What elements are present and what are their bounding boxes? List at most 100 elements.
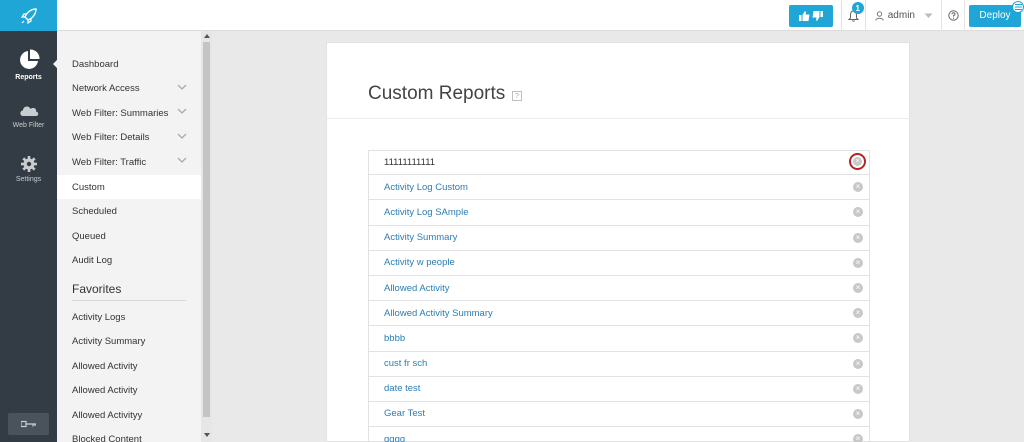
sidebar-item-label: Network Access <box>72 83 140 94</box>
rail-label-reports: Reports <box>15 74 42 81</box>
list-item[interactable]: date test × <box>368 376 870 402</box>
help-button[interactable] <box>941 0 965 31</box>
notification-count-badge: 1 <box>851 2 864 14</box>
sidebar-item-queued[interactable]: Queued <box>57 224 201 248</box>
list-item[interactable]: Activity Log SAmple × <box>368 200 870 226</box>
gear-icon <box>20 156 37 172</box>
list-item[interactable]: Allowed Activity Summary × <box>368 301 870 327</box>
sidebar-item-label: Queued <box>72 230 106 242</box>
list-item[interactable]: Activity w people × <box>368 250 870 276</box>
remove-icon[interactable]: × <box>853 308 863 319</box>
report-link[interactable]: Activity Summary <box>384 232 457 243</box>
user-menu[interactable]: admin <box>864 0 941 31</box>
rail-item-web-filter[interactable]: Web Filter <box>0 101 57 129</box>
report-link[interactable]: bbbb <box>384 333 405 344</box>
favorite-item[interactable]: Allowed Activity <box>57 354 201 378</box>
remove-icon[interactable]: × <box>853 333 863 344</box>
deploy-label: Deploy <box>979 10 1011 21</box>
user-name: admin <box>887 10 915 21</box>
favorite-item-label: Blocked Content <box>72 434 142 442</box>
remove-icon[interactable]: × <box>849 153 866 170</box>
list-item[interactable]: cust fr sch × <box>368 351 870 377</box>
notifications-button[interactable]: 1 <box>840 0 865 31</box>
thumbs-down-icon <box>812 10 823 21</box>
remove-icon[interactable]: × <box>853 434 863 442</box>
report-name: 11111111111 <box>384 157 436 169</box>
list-item[interactable]: Activity Summary × <box>368 225 870 251</box>
sidebar-item-label: Custom <box>72 181 105 193</box>
report-link[interactable]: Activity Log SAmple <box>384 207 468 218</box>
user-icon <box>875 10 884 21</box>
collapse-button[interactable] <box>8 413 49 435</box>
favorite-item[interactable]: Allowed Activityy <box>57 403 201 427</box>
list-item[interactable]: gggg × <box>368 427 870 442</box>
remove-icon[interactable]: × <box>853 383 863 394</box>
sidebar-item-label: Web Filter: Details <box>72 132 150 143</box>
sidebar-item-web-filter-traffic[interactable]: Web Filter: Traffic <box>57 150 201 174</box>
favorite-item[interactable]: Allowed Activity <box>57 379 201 403</box>
remove-icon[interactable]: × <box>853 207 863 218</box>
remove-icon[interactable]: × <box>853 358 863 369</box>
favorite-item-label: Allowed Activity <box>72 385 138 396</box>
chevron-down-icon <box>177 133 187 139</box>
rail-item-reports[interactable]: Reports <box>0 49 57 81</box>
report-link[interactable]: date test <box>384 383 420 394</box>
sidebar-item-network-access[interactable]: Network Access <box>57 77 201 101</box>
sidebar-scrollbar[interactable] <box>201 31 212 442</box>
favorites-heading: Favorites <box>72 282 122 296</box>
remove-icon[interactable]: × <box>853 232 863 243</box>
thumbs-up-icon <box>798 10 810 21</box>
sidebar-item-audit-log[interactable]: Audit Log <box>57 249 201 273</box>
favorite-item[interactable]: Activity Summary <box>57 330 201 354</box>
favorite-item-label: Allowed Activity <box>72 360 138 372</box>
favorite-item-label: Allowed Activityy <box>72 409 143 421</box>
primary-nav-rail: Reports Web Filter Settings <box>0 31 57 442</box>
page-title: Custom Reports <box>368 83 506 104</box>
remove-icon[interactable]: × <box>853 257 863 268</box>
favorite-item[interactable]: Blocked Content <box>57 428 201 442</box>
remove-icon[interactable]: × <box>853 182 863 193</box>
sidebar-item-label: Scheduled <box>72 206 117 217</box>
favorite-item[interactable]: Activity Logs <box>57 305 201 329</box>
key-icon <box>20 420 36 428</box>
list-item[interactable]: 11111111111 × <box>368 150 870 176</box>
sidebar-item-label: Web Filter: Summaries <box>72 107 169 119</box>
favorite-item-label: Activity Logs <box>72 311 126 323</box>
list-item[interactable]: Activity Log Custom × <box>368 175 870 201</box>
favorite-item-label: Activity Summary <box>72 336 146 347</box>
report-link[interactable]: Activity w people <box>384 257 455 268</box>
feedback-button[interactable] <box>788 4 833 27</box>
scroll-up-arrow-icon[interactable] <box>204 34 210 38</box>
rail-item-settings[interactable]: Settings <box>0 155 57 183</box>
help-icon[interactable]: ? <box>512 91 522 101</box>
list-item[interactable]: bbbb × <box>368 326 870 352</box>
remove-icon[interactable]: × <box>853 282 863 293</box>
app-logo[interactable] <box>0 0 57 31</box>
sidebar-item-dashboard[interactable]: Dashboard <box>57 52 201 76</box>
sidebar-item-web-filter-summaries[interactable]: Web Filter: Summaries <box>57 101 201 125</box>
list-item[interactable]: Gear Test × <box>368 401 870 428</box>
report-list: 11111111111 × Activity Log Custom × Acti… <box>368 150 870 442</box>
report-link[interactable]: Allowed Activity Summary <box>384 308 493 319</box>
sidebar-item-scheduled[interactable]: Scheduled <box>57 200 201 224</box>
report-link[interactable]: cust fr sch <box>384 358 427 369</box>
sidebar-item-label: Dashboard <box>72 58 119 70</box>
list-item[interactable]: Allowed Activity × <box>368 275 870 302</box>
report-link[interactable]: Allowed Activity <box>384 283 449 294</box>
report-link[interactable]: Activity Log Custom <box>384 182 468 193</box>
sidebar-item-web-filter-details[interactable]: Web Filter: Details <box>57 126 201 150</box>
favorites-divider <box>72 300 186 301</box>
scrollbar-thumb[interactable] <box>203 42 210 417</box>
scroll-down-arrow-icon[interactable] <box>204 433 210 437</box>
title-divider <box>327 118 909 119</box>
deploy-button[interactable]: Deploy <box>969 0 1024 27</box>
custom-reports-panel: Custom Reports ? 11111111111 × Activity … <box>326 42 910 442</box>
rail-label-web-filter: Web Filter <box>12 122 45 129</box>
rocket-icon <box>20 7 37 24</box>
sidebar-item-custom[interactable]: Custom <box>57 175 201 199</box>
chevron-down-icon <box>177 84 187 90</box>
report-link[interactable]: gggg <box>384 434 405 442</box>
cloud-icon <box>19 106 38 116</box>
report-link[interactable]: Gear Test <box>384 408 425 419</box>
remove-icon[interactable]: × <box>853 408 863 419</box>
